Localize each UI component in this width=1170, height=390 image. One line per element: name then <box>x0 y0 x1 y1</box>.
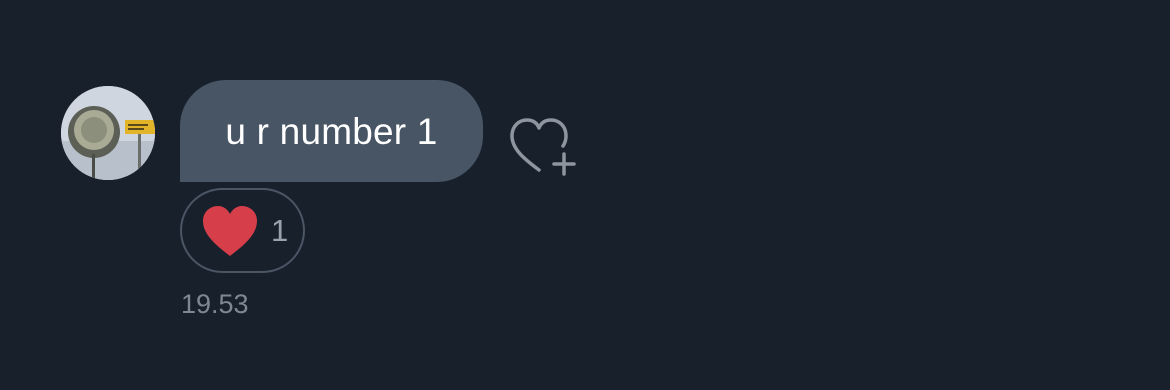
avatar[interactable] <box>61 86 155 180</box>
reaction-pill[interactable]: 1 <box>180 188 305 273</box>
reaction-count: 1 <box>271 213 289 248</box>
message-bubble[interactable]: u r number 1 <box>180 80 483 182</box>
heart-plus-icon <box>510 118 576 176</box>
add-reaction-button[interactable] <box>505 112 581 180</box>
message-text: u r number 1 <box>225 110 438 152</box>
message-timestamp: 19.53 <box>181 289 249 319</box>
red-heart-icon <box>203 205 257 256</box>
avatar-photo <box>61 86 155 180</box>
